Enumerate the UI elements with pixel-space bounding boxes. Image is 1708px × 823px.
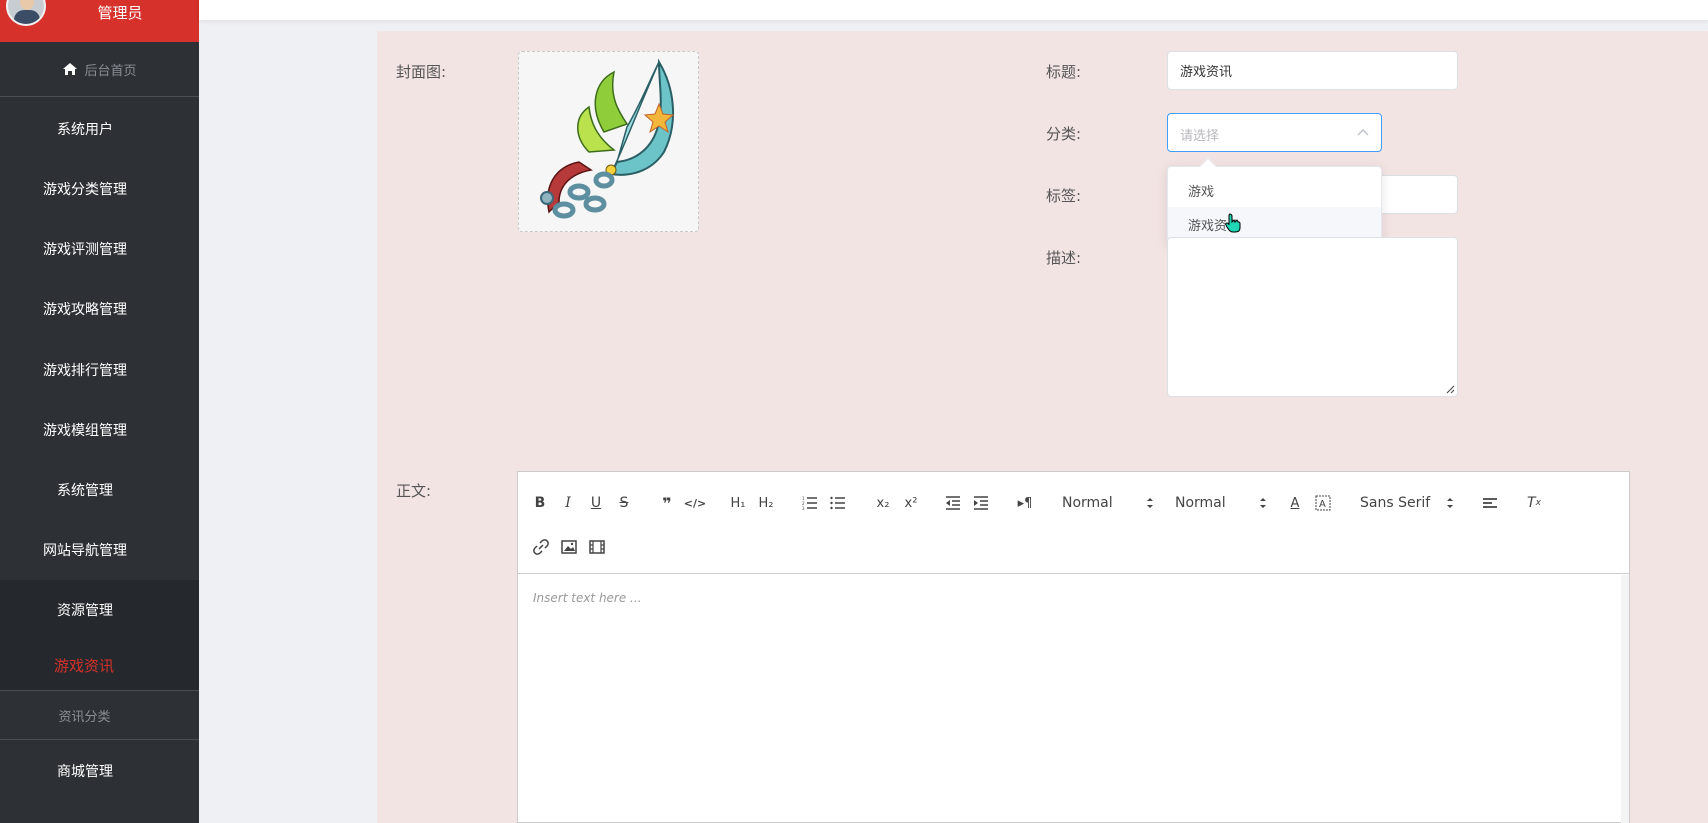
indent-icon[interactable] <box>972 491 990 515</box>
sidebar-item-game-category[interactable]: 游戏分类管理 <box>0 179 170 199</box>
cover-upload[interactable] <box>518 51 699 232</box>
admin-name: 管理员 <box>97 4 143 22</box>
tags-label: 标签: <box>1046 187 1082 205</box>
updown-icon <box>1147 498 1153 508</box>
category-label: 分类: <box>1046 125 1082 143</box>
clear-format-icon[interactable]: Tx <box>1525 491 1543 515</box>
title-label: 标题: <box>1046 63 1082 81</box>
video-icon[interactable] <box>588 535 606 559</box>
header1-icon[interactable]: H₁ <box>728 491 748 515</box>
sidebar-item-game-news-active[interactable]: 游戏资讯 <box>0 655 168 676</box>
editor-placeholder: Insert text here ... <box>533 591 642 605</box>
body-label: 正文: <box>396 482 432 500</box>
editor-scrollbar[interactable] <box>1621 575 1629 823</box>
hand-cursor-icon <box>1225 213 1241 233</box>
strike-icon[interactable]: S <box>616 491 632 515</box>
link-icon[interactable] <box>532 535 550 559</box>
sidebar: 管理员 后台首页 系统用户 游戏分类管理 游戏评测管理 游戏攻略管理 游戏排行管… <box>0 0 199 823</box>
sidebar-item-shop[interactable]: 商城管理 <box>0 761 170 781</box>
underline-icon[interactable]: U <box>588 491 604 515</box>
sidebar-item-news-category[interactable]: 资讯分类 <box>0 690 199 740</box>
chevron-up-icon <box>1357 128 1369 136</box>
align-icon[interactable] <box>1481 491 1499 515</box>
avatar[interactable] <box>6 0 46 26</box>
sidebar-item-game-mod[interactable]: 游戏模组管理 <box>0 420 170 440</box>
header-select-2-value: Normal <box>1175 495 1226 511</box>
outdent-icon[interactable] <box>944 491 962 515</box>
svg-text:A: A <box>1319 499 1326 510</box>
code-block-icon[interactable]: </> <box>684 491 706 515</box>
sidebar-item-site-nav[interactable]: 网站导航管理 <box>0 540 170 560</box>
sidebar-item-system[interactable]: 系统管理 <box>0 480 170 500</box>
sword-icon <box>540 58 675 219</box>
desc-textarea[interactable] <box>1167 237 1458 397</box>
category-option-game-news[interactable]: 游戏资讯 <box>1168 207 1381 241</box>
editor-content[interactable]: Insert text here ... <box>518 575 1629 823</box>
category-placeholder: 请选择 <box>1180 129 1220 144</box>
header-select-1-value: Normal <box>1062 495 1113 511</box>
cover-label: 封面图: <box>396 63 447 81</box>
font-select[interactable]: Sans Serif <box>1360 491 1454 515</box>
nav-home[interactable]: 后台首页 <box>0 42 199 97</box>
superscript-icon[interactable]: x² <box>901 491 921 515</box>
sidebar-item-resources[interactable]: 资源管理 <box>0 600 170 620</box>
sidebar-item-game-ranking[interactable]: 游戏排行管理 <box>0 360 170 380</box>
top-header <box>199 0 1708 20</box>
subscript-icon[interactable]: x₂ <box>873 491 893 515</box>
bold-icon[interactable]: B <box>532 491 548 515</box>
font-color-icon[interactable]: A <box>1286 491 1304 515</box>
sidebar-item-game-review[interactable]: 游戏评测管理 <box>0 239 170 259</box>
updown-icon <box>1260 498 1266 508</box>
background-color-icon[interactable]: A <box>1314 491 1332 515</box>
header-select-2[interactable]: Normal <box>1175 491 1267 515</box>
category-dropdown: 游戏 游戏资讯 <box>1167 157 1382 246</box>
font-select-value: Sans Serif <box>1360 495 1431 511</box>
sidebar-item-system-users[interactable]: 系统用户 <box>0 119 170 139</box>
resize-handle-icon[interactable] <box>1445 384 1455 394</box>
italic-icon[interactable]: I <box>560 491 576 515</box>
svg-text:3: 3 <box>802 506 805 510</box>
image-icon[interactable] <box>560 535 578 559</box>
nav-home-label: 后台首页 <box>84 63 137 79</box>
updown-icon <box>1447 498 1453 508</box>
home-icon <box>63 63 78 75</box>
text-direction-icon[interactable]: ▸¶ <box>1016 491 1034 515</box>
title-input[interactable]: 游戏资讯 <box>1167 51 1458 90</box>
category-select[interactable]: 请选择 <box>1167 113 1382 152</box>
desc-label: 描述: <box>1046 249 1082 267</box>
admin-bar: 管理员 <box>0 0 199 42</box>
blockquote-icon[interactable]: ❞ <box>658 491 676 515</box>
header-select-1[interactable]: Normal <box>1062 491 1154 515</box>
category-option-game[interactable]: 游戏 <box>1168 173 1381 207</box>
editor-toolbar: B I U S ❞ </> H₁ H₂ 123 x₂ x² ▸¶ Normal … <box>518 472 1629 574</box>
rich-text-editor: B I U S ❞ </> H₁ H₂ 123 x₂ x² ▸¶ Normal … <box>517 471 1630 823</box>
sidebar-item-game-guide[interactable]: 游戏攻略管理 <box>0 299 170 319</box>
title-input-value: 游戏资讯 <box>1180 65 1233 80</box>
ordered-list-icon[interactable]: 123 <box>801 491 819 515</box>
bullet-list-icon[interactable] <box>829 491 847 515</box>
header2-icon[interactable]: H₂ <box>756 491 776 515</box>
